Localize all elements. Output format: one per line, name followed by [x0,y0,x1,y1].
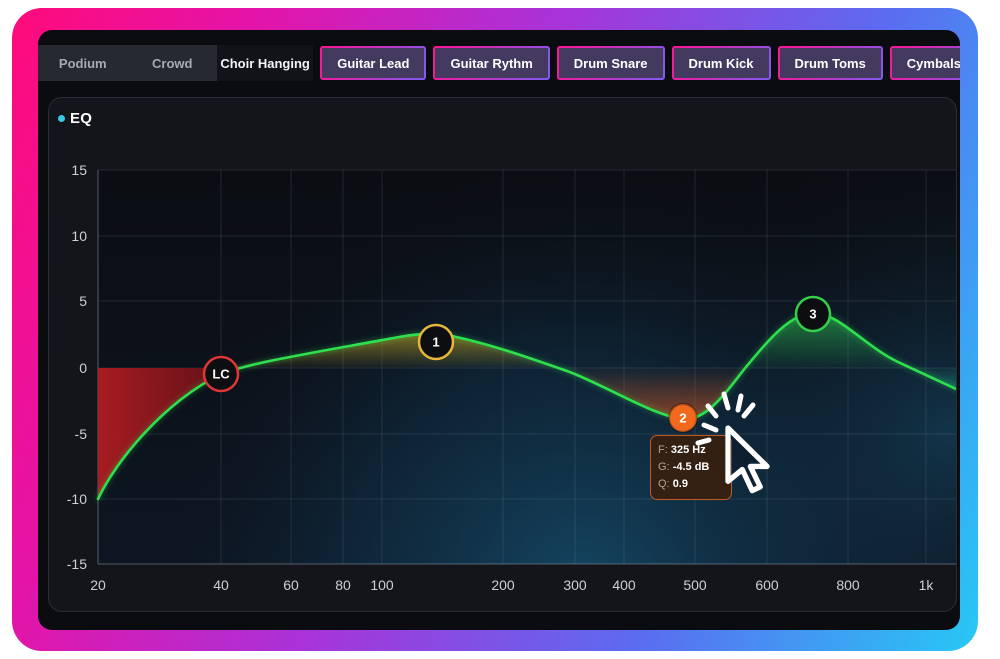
x-tick-label: 80 [335,577,351,593]
y-tick-label: -15 [67,556,87,572]
tab-cymbals[interactable]: Cymbals [890,46,960,80]
x-tick-label: 200 [491,577,515,593]
eq-accent-dot-icon [58,115,65,122]
x-tick-label: 60 [283,577,299,593]
x-tick-label: 500 [683,577,707,593]
eq-chart[interactable]: 15 10 5 0 -5 -10 -1520 40 60 80 100 200 300 400 500 600… [49,138,957,612]
eq-band-marker-1[interactable]: 1 [419,325,453,359]
tab-guitar-lead[interactable]: Guitar Lead [320,46,426,80]
eq-panel-header: EQ [49,98,956,138]
eq-band-marker-lc[interactable]: LC [204,357,238,391]
tab-podium[interactable]: Podium [38,45,127,81]
tab-choir-hanging[interactable]: Choir Hanging [217,45,313,81]
tooltip-row-freq: F: 325 Hz [658,442,724,459]
panel-title: EQ [70,110,92,127]
eq-chart-area: 15 10 5 0 -5 -10 -1520 40 60 80 100 200 300 400 500 600… [49,138,957,612]
eq-panel: EQ [48,97,957,612]
tooltip-row-gain: G: -4.5 dB [658,459,724,476]
x-tick-label: 600 [755,577,779,593]
x-tick-label: 40 [213,577,229,593]
app-window: Podium Crowd Choir Hanging Guitar Lead G… [38,30,960,630]
eq-band-marker-3[interactable]: 3 [796,297,830,331]
tab-crowd[interactable]: Crowd [127,45,216,81]
y-tick-label: 10 [71,228,87,244]
y-tick-label: -5 [75,426,88,442]
tab-drum-kick[interactable]: Drum Kick [672,46,771,80]
eq-band-marker-2[interactable]: 2 [669,404,697,432]
tab-drum-snare[interactable]: Drum Snare [557,46,665,80]
x-tick-label: 100 [370,577,394,593]
svg-text:3: 3 [809,307,816,322]
x-tick-label: 20 [90,577,106,593]
y-tick-label: 15 [71,162,87,178]
svg-text:1: 1 [432,335,439,350]
x-tick-label: 400 [612,577,636,593]
y-tick-label: 5 [79,293,87,309]
channel-tab-bar: Podium Crowd Choir Hanging Guitar Lead G… [38,45,960,81]
band-tooltip: F: 325 Hz G: -4.5 dB Q: 0.9 [650,435,732,500]
svg-text:LC: LC [212,367,230,382]
x-tick-label: 800 [836,577,860,593]
tab-guitar-rythm[interactable]: Guitar Rythm [433,46,549,80]
y-tick-label: -10 [67,491,87,507]
tooltip-row-q: Q: 0.9 [658,476,724,493]
y-tick-label: 0 [79,360,87,376]
tab-drum-toms[interactable]: Drum Toms [778,46,883,80]
x-tick-label: 1k [919,577,935,593]
svg-text:2: 2 [679,411,686,426]
x-tick-label: 300 [563,577,587,593]
